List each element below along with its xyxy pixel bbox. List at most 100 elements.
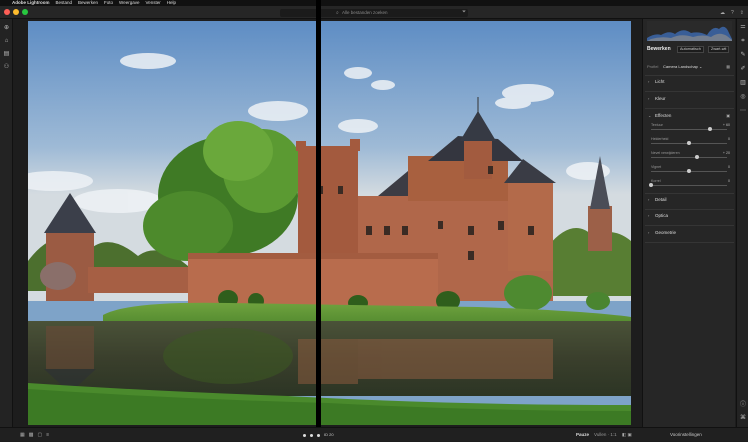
profile-row: Profiel Camera Landschap ⌄ ▦: [647, 64, 732, 70]
chevron-right-icon: ›: [648, 213, 650, 218]
compare-controls: ID 20: [303, 432, 353, 438]
library-icon[interactable]: ▤: [3, 51, 10, 58]
cloud-sync-icon[interactable]: ☁: [720, 10, 725, 16]
divider: [645, 91, 734, 92]
histogram: [647, 21, 732, 41]
slider-value[interactable]: + 20: [723, 151, 730, 155]
close-window-button[interactable]: [4, 9, 10, 15]
profile-browser-icon[interactable]: ▦: [726, 64, 730, 70]
window-controls: [4, 9, 28, 15]
photo-canvas[interactable]: [28, 21, 631, 425]
slider-value[interactable]: 0: [728, 137, 730, 141]
chevron-right-icon: ›: [648, 197, 650, 202]
chevron-right-icon: ›: [648, 96, 650, 101]
more-icon[interactable]: ⋯: [739, 107, 747, 115]
castle-photo: [28, 21, 631, 425]
titlebar-icons: ☁ ? ⇪: [720, 10, 744, 16]
section-label: Effecten: [655, 113, 672, 118]
before-after-icon[interactable]: ◧: [622, 432, 626, 437]
people-icon[interactable]: ⚇: [3, 64, 10, 71]
search-input[interactable]: ⌕ Alle bestanden zoeken: [280, 9, 468, 17]
filter-icon[interactable]: ⏷: [462, 9, 466, 15]
title-bar: ⌕ Alle bestanden zoeken ⏷ ☁ ? ⇪: [0, 6, 748, 19]
zoom-window-button[interactable]: [22, 9, 28, 15]
profile-select[interactable]: Camera Landschap ⌄: [663, 64, 702, 70]
slider-track[interactable]: [651, 129, 727, 130]
edit-panel: Bewerken Automatisch Zwart-wit Profiel C…: [642, 19, 735, 427]
zoom-level[interactable]: Vullen · 1:1: [594, 428, 617, 442]
slider-knob[interactable]: [694, 155, 699, 159]
detail-view-icon[interactable]: ▢: [37, 428, 42, 442]
divider: [645, 209, 734, 210]
view-toggles: ▦ ▩ ▢ ≡: [20, 428, 49, 442]
help-icon[interactable]: ?: [731, 10, 734, 16]
section-label: Optica: [655, 213, 669, 218]
add-photos-icon[interactable]: ⊕: [3, 25, 10, 32]
slider-track[interactable]: [651, 157, 727, 158]
minimize-window-button[interactable]: [13, 9, 19, 15]
slider-textuur[interactable]: Textuur + 60: [647, 123, 732, 132]
section-licht[interactable]: › Licht: [647, 78, 732, 86]
slider-korrel[interactable]: Korrel 0: [647, 179, 732, 188]
square-grid-icon[interactable]: ▩: [29, 428, 34, 442]
slider-value[interactable]: 0: [728, 179, 730, 183]
divider: [645, 108, 734, 109]
slider-value[interactable]: + 60: [723, 123, 730, 127]
divider: [645, 242, 734, 243]
slider-label: Nevel verwijderen: [651, 151, 680, 155]
radial-gradient-icon[interactable]: ◎: [739, 93, 747, 101]
edit-sliders-icon[interactable]: ⚌: [739, 23, 747, 31]
presets-button[interactable]: Voorinstellingen: [670, 428, 702, 442]
bottom-bar: ▦ ▩ ▢ ≡ ID 20 Pauze Vullen · 1:1 ◧ ▣ Voo…: [0, 427, 748, 441]
info-icon[interactable]: ⓘ: [739, 401, 747, 409]
profile-value: Camera Landschap: [663, 64, 698, 69]
pause-button[interactable]: Pauze: [576, 432, 589, 437]
black-white-button[interactable]: Zwart-wit: [708, 46, 730, 53]
slider-label: Textuur: [651, 123, 663, 127]
slider-track[interactable]: [651, 185, 727, 186]
photo-grid-icon[interactable]: ▦: [20, 428, 25, 442]
rating-dot-icon[interactable]: [317, 433, 320, 437]
search-placeholder: Alle bestanden zoeken: [342, 10, 388, 15]
sort-icon[interactable]: ≡: [46, 428, 49, 442]
slider-value[interactable]: 0: [728, 165, 730, 169]
slider-knob[interactable]: [649, 183, 653, 187]
slider-helderheid[interactable]: Helderheid 0: [647, 137, 732, 146]
profile-label: Profiel: [647, 64, 659, 69]
slider-knob[interactable]: [687, 141, 691, 145]
rating-dot-icon[interactable]: [310, 433, 313, 437]
brush-icon[interactable]: ✐: [739, 65, 747, 73]
section-kleur[interactable]: › Kleur: [647, 95, 732, 103]
divider: [645, 75, 734, 76]
compare-label[interactable]: ID 20: [324, 428, 334, 442]
linear-gradient-icon[interactable]: ▥: [739, 79, 747, 87]
section-label: Kleur: [655, 96, 666, 101]
edit-title: Bewerken: [647, 46, 671, 52]
auto-button[interactable]: Automatisch: [677, 46, 704, 53]
right-rail: ⚌ ⌗ ✎ ✐ ▥ ◎ ⋯ ⓘ ⌘: [736, 19, 748, 427]
home-icon[interactable]: ⌂: [3, 38, 10, 45]
slider-vignet[interactable]: Vignet 0: [647, 165, 732, 174]
section-geometrie[interactable]: › Geometrie: [647, 229, 732, 237]
edit-header: Bewerken Automatisch Zwart-wit: [647, 46, 732, 53]
tag-icon[interactable]: ⌘: [739, 414, 747, 422]
section-effecten[interactable]: ⌄ Effecten ▣: [647, 112, 732, 120]
healing-brush-icon[interactable]: ✎: [739, 51, 747, 59]
chevron-right-icon: ›: [648, 79, 650, 84]
compare-view-icons: ◧ ▣: [622, 428, 632, 442]
slider-nevel[interactable]: Nevel verwijderen + 20: [647, 151, 732, 160]
crop-icon[interactable]: ⌗: [739, 37, 747, 45]
section-detail[interactable]: › Detail: [647, 196, 732, 204]
slider-knob[interactable]: [707, 127, 712, 131]
section-optica[interactable]: › Optica: [647, 212, 732, 220]
share-icon[interactable]: ⇪: [740, 10, 744, 16]
section-label: Licht: [655, 79, 665, 84]
before-after-divider[interactable]: [316, 0, 321, 441]
chevron-right-icon: ›: [648, 230, 650, 235]
slider-label: Vignet: [651, 165, 662, 169]
slider-label: Korrel: [651, 179, 661, 183]
split-view-icon[interactable]: ▣: [628, 432, 632, 437]
preset-icon[interactable]: ▣: [726, 112, 730, 120]
slider-knob[interactable]: [687, 169, 691, 173]
rating-dot-icon[interactable]: [303, 433, 306, 437]
